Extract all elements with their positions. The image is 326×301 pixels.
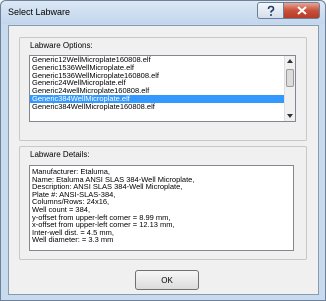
scroll-down-icon	[287, 114, 293, 118]
ok-button[interactable]: OK	[135, 270, 199, 290]
list-scrollbar[interactable]	[284, 56, 295, 121]
dialog-title: Select Labware	[8, 7, 71, 17]
title-bar: Select Labware	[1, 1, 325, 24]
labware-options-list[interactable]: Generic12WellMicroplate160808.elf Generic…	[29, 55, 296, 122]
scroll-up-icon	[287, 59, 293, 63]
scroll-up-button[interactable]	[285, 56, 295, 66]
help-button[interactable]	[257, 2, 284, 19]
detail-line: Well diameter: = 3.3 mm	[32, 235, 114, 245]
labware-details-label: Labware Details:	[30, 150, 90, 159]
close-icon	[296, 6, 307, 15]
labware-details-text: Manufacturer: Etaluma, Name: Etaluma ANSI…	[29, 165, 294, 251]
scroll-down-button[interactable]	[285, 111, 295, 121]
select-labware-dialog: Select Labware Labware Options: Generic1…	[0, 0, 326, 301]
scrollbar-thumb[interactable]	[286, 69, 294, 87]
list-item[interactable]: Generic384WellMicroplate160808.elf	[30, 102, 295, 111]
labware-options-label: Labware Options:	[30, 41, 93, 50]
close-button[interactable]	[283, 2, 320, 19]
help-icon	[267, 5, 274, 16]
dialog-body: Labware Options: Generic12WellMicroplate…	[8, 25, 319, 295]
list-items: Generic12WellMicroplate160808.elf Generic…	[30, 56, 295, 111]
